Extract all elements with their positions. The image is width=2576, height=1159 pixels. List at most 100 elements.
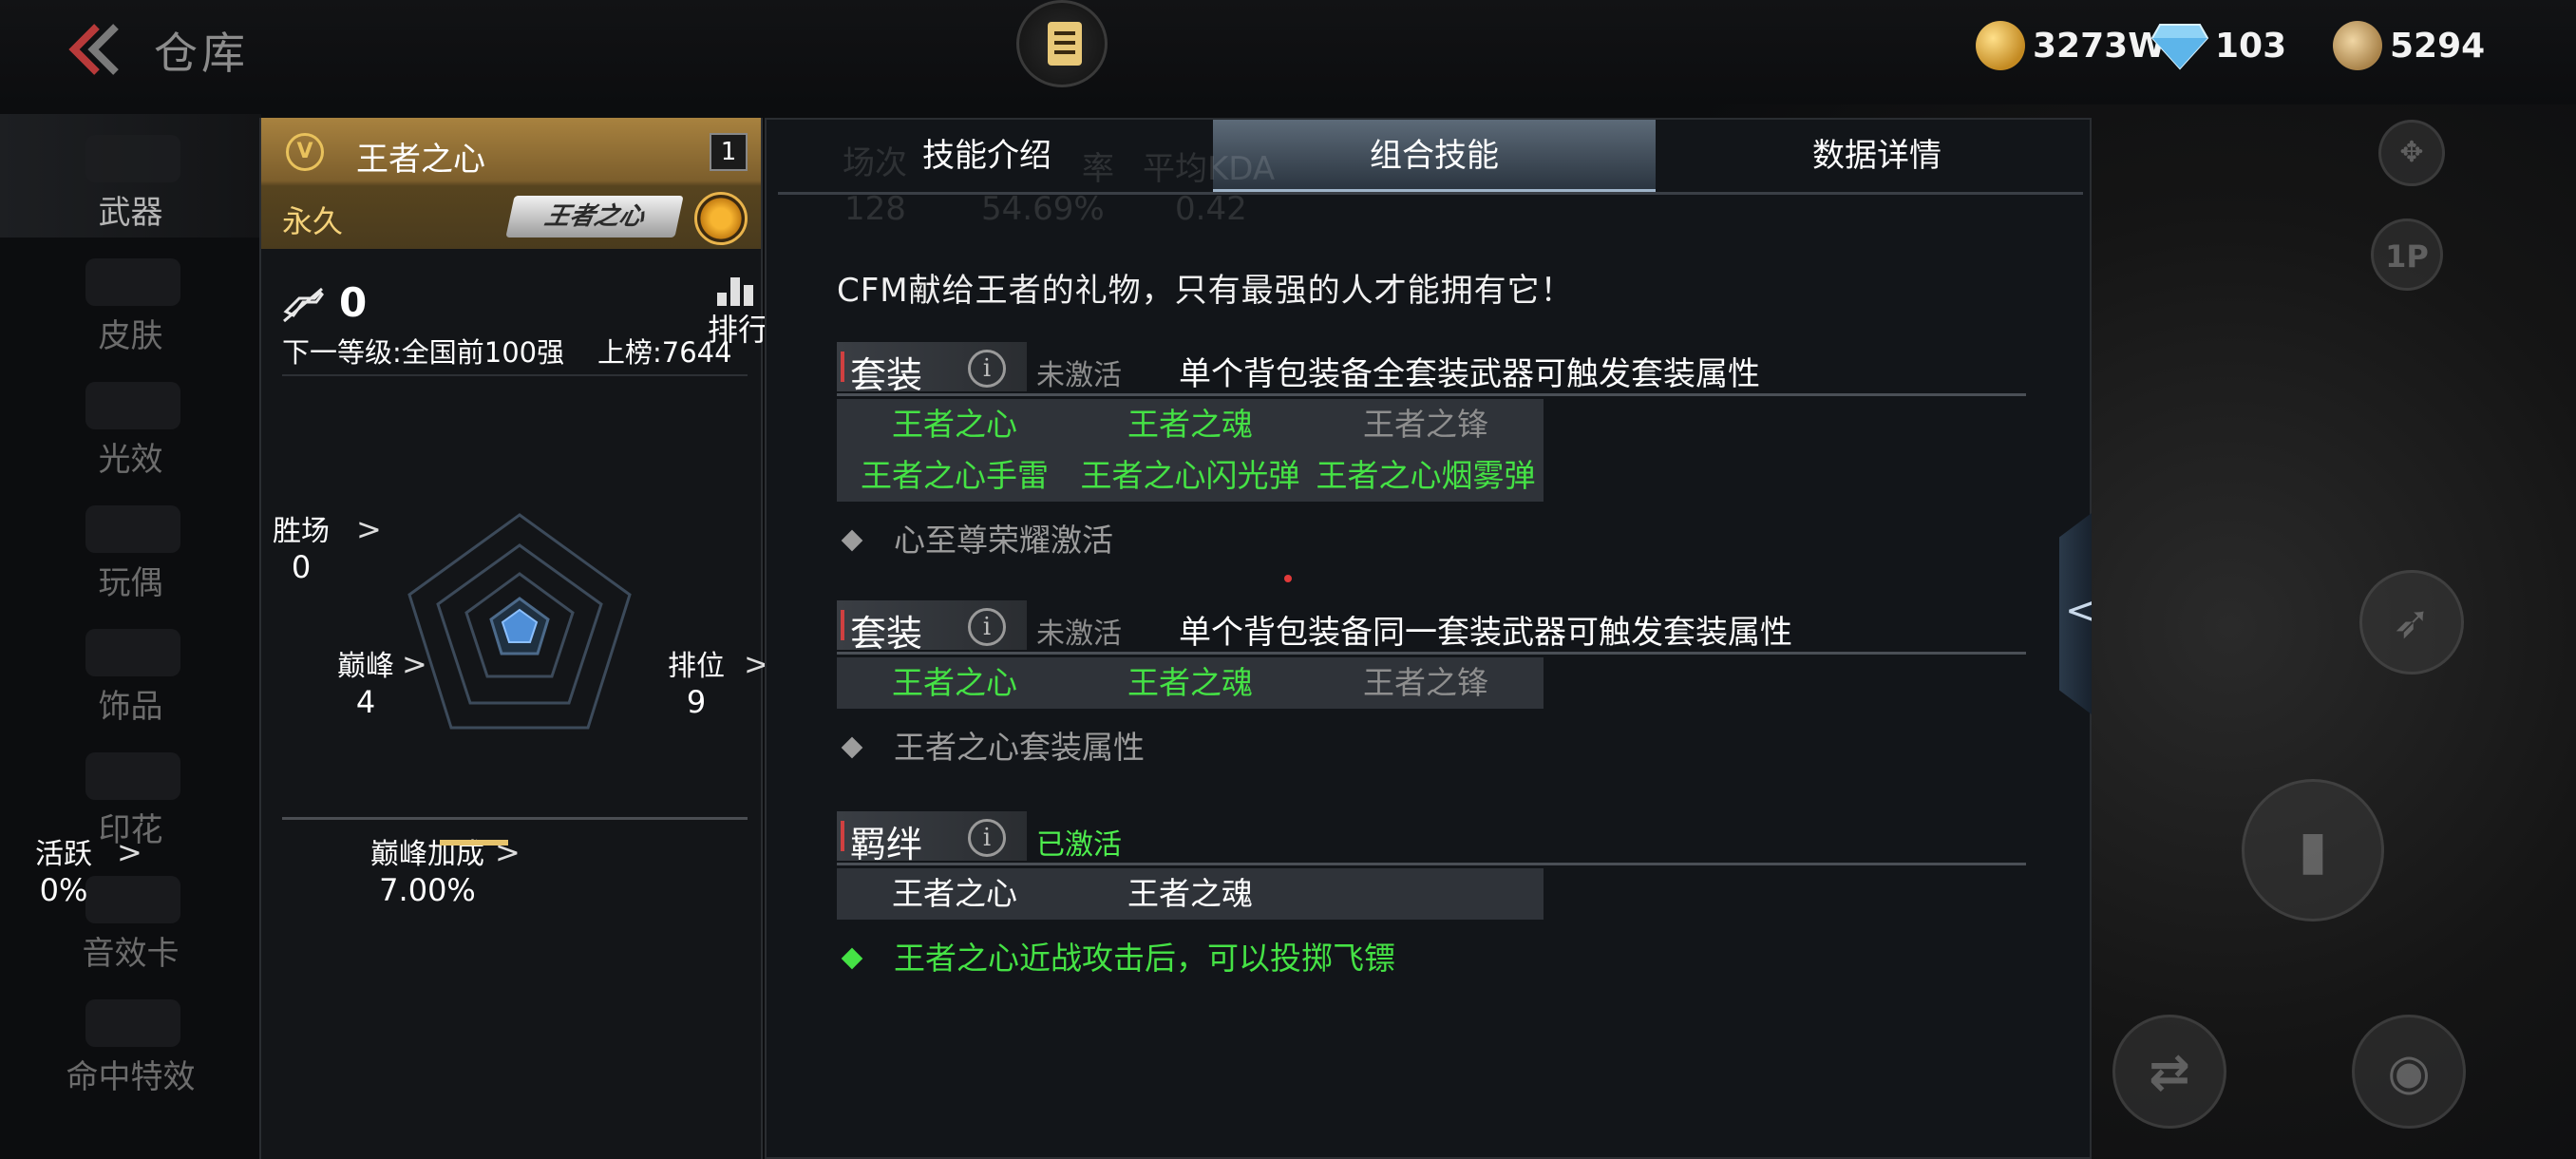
diamond-bullet-icon bbox=[841, 947, 863, 969]
sidebar-item-ornaments[interactable]: 饰品 bbox=[0, 608, 261, 732]
red-dot-marker bbox=[1284, 575, 1292, 582]
gun-skin-icon bbox=[85, 258, 180, 306]
currency-gold[interactable]: 3273W bbox=[1976, 17, 2166, 74]
notes-button[interactable] bbox=[1016, 0, 1108, 87]
bond-items-grid: 王者之心 王者之魂 bbox=[837, 868, 1544, 920]
section-tag: 羁绊 i bbox=[837, 811, 1027, 865]
bond-effect: 王者之心近战攻击后，可以投掷飞镖 bbox=[837, 933, 1395, 978]
medal-coin-icon bbox=[2333, 21, 2382, 70]
section-status: 未激活 bbox=[1036, 618, 1122, 651]
sidebar-item-dolls[interactable]: 玩偶 bbox=[0, 484, 261, 608]
chevron-right-icon: > bbox=[117, 834, 142, 870]
currency-diamond[interactable]: 103 bbox=[2150, 17, 2286, 74]
tab-underline bbox=[778, 192, 2083, 195]
diamond-bullet-icon bbox=[841, 529, 863, 551]
set-item: 王者之心闪光弹 bbox=[1080, 457, 1300, 494]
top-bar: 仓库 3273W 103 5294 bbox=[0, 0, 2576, 104]
ghost-matches-value: 128 bbox=[844, 190, 906, 228]
medal-icon[interactable] bbox=[694, 192, 748, 245]
ammo-button[interactable]: ▮ bbox=[2242, 779, 2384, 922]
set-item: 王者之心烟雾弹 bbox=[1316, 457, 1536, 494]
back-arrow-icon[interactable] bbox=[59, 21, 125, 78]
swap-weapon-button[interactable]: ⇄ bbox=[2112, 1015, 2226, 1129]
divider bbox=[282, 817, 748, 820]
tab-combo-skill[interactable]: 组合技能 bbox=[1213, 120, 1656, 192]
gold-coin-icon bbox=[1976, 21, 2025, 70]
sidebar-item-glow[interactable]: 光效 bbox=[0, 361, 261, 484]
info-icon[interactable]: i bbox=[968, 350, 1006, 388]
sidebar-item-skins[interactable]: 皮肤 bbox=[0, 238, 261, 361]
set-section-same: 套装 i 未激活 单个背包装备同一套装武器可触发套装属性 王者之心 王者之魂 王… bbox=[837, 600, 2026, 771]
tab-skill-intro[interactable]: 技能介绍 bbox=[778, 120, 1196, 192]
set-section-full: 套装 i 未激活 单个背包装备全套装武器可触发套装属性 王者之心 王者之魂 王者… bbox=[837, 342, 2026, 560]
diamond-bullet-icon bbox=[841, 736, 863, 758]
notepad-icon bbox=[1048, 22, 1082, 66]
next-level-text: 下一等级:全国前100强 bbox=[282, 336, 565, 369]
medal-amount: 5294 bbox=[2390, 26, 2486, 66]
stat-active[interactable]: 活跃 0% > bbox=[16, 830, 142, 908]
swap-icon: ⇄ bbox=[2149, 1044, 2190, 1101]
weapon-count: 1 bbox=[710, 133, 748, 171]
page-title: 仓库 bbox=[154, 28, 249, 79]
stats-radar: 胜场 0 > 巅峰 4 > 排位 9 > 巅峰加成 7.00% > 活跃 0% … bbox=[35, 384, 769, 916]
weapon-series-badge: 王者之心 bbox=[505, 196, 684, 238]
glow-effect-icon bbox=[85, 382, 180, 429]
ghost-rate-label: 率 bbox=[1082, 150, 1114, 188]
page-indicator bbox=[440, 840, 508, 846]
ranking-bars-icon bbox=[717, 277, 759, 306]
set-items-grid: 王者之心 王者之魂 王者之锋 王者之心手雷 王者之心闪光弹 王者之心烟雾弹 bbox=[837, 399, 1544, 502]
kill-count: 0 bbox=[339, 279, 368, 326]
view-mode-label: 1P bbox=[2385, 238, 2429, 275]
diamond-icon bbox=[2150, 24, 2209, 70]
ghost-kda-value: 0.42 bbox=[1175, 190, 1247, 228]
vip-v-icon: V bbox=[286, 133, 324, 171]
ornament-icon bbox=[85, 629, 180, 676]
section-tag: 套装 i bbox=[837, 342, 1027, 396]
tab-bar: 技能介绍 组合技能 数据详情 bbox=[778, 120, 2083, 195]
ghost-kda-label: 平均KDA bbox=[1143, 150, 1276, 188]
currency-medal[interactable]: 5294 bbox=[2333, 17, 2485, 74]
view-toggle-button[interactable]: 1P bbox=[2371, 218, 2443, 291]
category-sidebar: 武器 皮肤 光效 玩偶 饰品 印花 音效卡 命中特效 bbox=[0, 114, 261, 1159]
stat-peak[interactable]: 巅峰 4 > bbox=[309, 642, 427, 720]
section-status: 已激活 bbox=[1036, 828, 1122, 862]
section-tag: 套装 i bbox=[837, 600, 1027, 655]
tab-data-details[interactable]: 数据详情 bbox=[1656, 120, 2098, 192]
dpad-icon: ✥ bbox=[2399, 136, 2424, 169]
collapse-panel-handle[interactable]: < bbox=[2059, 513, 2092, 714]
stat-wins[interactable]: 胜场 0 > bbox=[244, 507, 382, 585]
bond-section: 羁绊 i 已激活 王者之心 王者之魂 王者之心近战攻击后，可以投掷飞镖 bbox=[837, 811, 2026, 982]
info-icon[interactable]: i bbox=[968, 608, 1006, 646]
sidebar-item-hit-effects[interactable]: 命中特效 bbox=[0, 978, 261, 1102]
rifle-icon bbox=[85, 135, 180, 182]
bond-item: 王者之心 bbox=[892, 875, 1017, 912]
set-item: 王者之魂 bbox=[1127, 664, 1253, 701]
chevron-right-icon: > bbox=[402, 646, 427, 682]
leaderboard-position: 上榜:7644 bbox=[597, 336, 732, 369]
info-icon[interactable]: i bbox=[968, 819, 1006, 857]
divider bbox=[282, 374, 748, 376]
scope-button[interactable]: ◉ bbox=[2352, 1015, 2466, 1129]
arrow-action-button[interactable]: ➶ bbox=[2359, 570, 2464, 674]
section-status: 未激活 bbox=[1036, 359, 1122, 392]
radar-chart bbox=[407, 513, 632, 730]
skill-panel: 场次 技能介绍 组合技能 数据详情 率 平均KDA 128 54.69% 0.4… bbox=[765, 118, 2092, 1159]
set-items-grid: 王者之心 王者之魂 王者之锋 bbox=[837, 657, 1544, 709]
stat-ranked[interactable]: 排位 9 > bbox=[639, 642, 769, 720]
kill-score-row: 0 排行 bbox=[282, 277, 768, 348]
section-rule: 单个背包装备全套装武器可触发套装属性 bbox=[1179, 355, 1760, 393]
set-item: 王者之心 bbox=[892, 406, 1017, 443]
arrow-icon: ➶ bbox=[2392, 596, 2432, 649]
set-effect: 心至尊荣耀激活 bbox=[837, 515, 1113, 560]
kill-count-icon bbox=[283, 287, 324, 323]
sidebar-item-weapons[interactable]: 武器 bbox=[0, 114, 261, 238]
weapon-description: CFM献给王者的礼物，只有最强的人才能拥有它！ bbox=[837, 272, 1574, 310]
weapon-name: 王者之心 bbox=[356, 141, 485, 179]
chevron-right-icon: > bbox=[356, 511, 382, 547]
gold-amount: 3273W bbox=[2033, 26, 2166, 66]
settings-joystick-button[interactable]: ✥ bbox=[2378, 120, 2445, 186]
diamond-amount: 103 bbox=[2215, 26, 2287, 66]
set-item: 王者之魂 bbox=[1127, 406, 1253, 443]
set-item: 王者之锋 bbox=[1363, 664, 1488, 701]
set-item: 王者之心 bbox=[892, 664, 1017, 701]
